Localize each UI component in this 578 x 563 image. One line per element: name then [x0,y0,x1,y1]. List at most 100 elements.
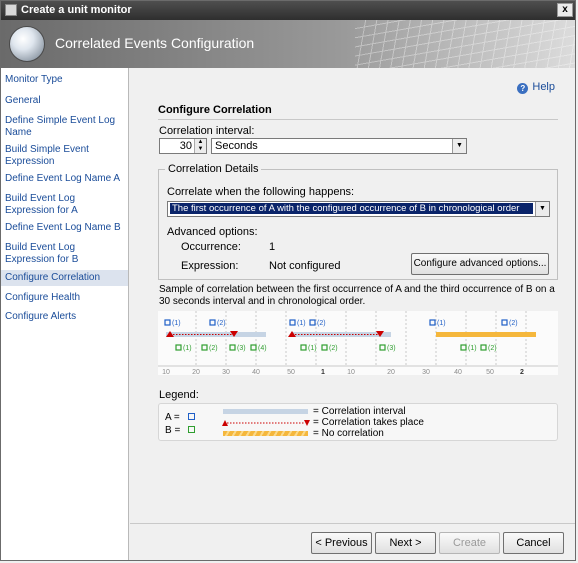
next-button[interactable]: Next > [375,532,436,554]
nav-define-event-log-name-b[interactable]: Define Event Log Name B [1,222,125,234]
legend-box: A = B = = Correlation interval = Correla… [158,403,558,441]
globe-icon [9,26,45,62]
correlate-label: Correlate when the following happens: [167,186,355,198]
nav-configure-correlation[interactable]: Configure Correlation [1,270,128,286]
wizard-header: Correlated Events Configuration [1,20,575,68]
time-tick: 2 [520,369,524,375]
time-tick: 10 [347,369,355,375]
page-title: Correlated Events Configuration [55,35,255,51]
event-b-label: (1) [183,345,192,352]
wizard-nav: Monitor Type General Define Simple Event… [1,68,129,560]
event-a-label: (1) [172,320,181,327]
close-button[interactable]: x [557,3,573,17]
time-tick: 10 [162,369,170,375]
event-a-label: (1) [437,320,446,327]
advanced-options-label: Advanced options: [167,226,258,238]
interval-unit-value: Seconds [215,140,258,152]
event-b-label: (4) [258,345,267,352]
event-a-marker [309,319,316,326]
event-b-marker [250,344,257,351]
window-title: Create a unit monitor [21,4,132,16]
legend-no-correlation-label: = No correlation [313,428,384,439]
expression-label: Expression: [181,260,239,272]
legend-a-label: A = [165,412,180,423]
legend-interval-swatch [223,409,308,414]
event-b-marker [460,344,467,351]
event-a-label: (2) [509,320,518,327]
time-tick: 20 [192,369,200,375]
event-a-label: (2) [317,320,326,327]
legend-arrow-icon [222,420,310,426]
event-a-marker [501,319,508,326]
correlate-select[interactable]: The first occurrence of A with the confi… [167,201,550,217]
event-b-marker [321,344,328,351]
event-b-marker [229,344,236,351]
previous-button[interactable]: < Previous [311,532,372,554]
interval-unit-select[interactable]: Seconds ▼ [211,138,467,154]
event-b-marker [201,344,208,351]
nav-build-event-log-expression-b[interactable]: Build Event Log Expression for B [1,242,121,266]
event-a-label: (2) [217,320,226,327]
help-link[interactable]: ? Help [517,81,555,94]
nav-build-simple-event-expression[interactable]: Build Simple Event Expression [1,144,121,168]
occurrence-label: Occurrence: [181,241,241,253]
time-tick: 50 [486,369,494,375]
help-icon: ? [517,83,529,94]
event-b-label: (3) [237,345,246,352]
spinner-arrows-icon[interactable]: ▲ ▼ [194,139,206,153]
legend-b-icon [188,426,195,433]
nav-build-event-log-expression-a[interactable]: Build Event Log Expression for A [1,193,121,217]
time-tick: 40 [454,369,462,375]
event-b-label: (1) [468,345,477,352]
time-tick: 1 [321,369,325,375]
legend-b-label: B = [165,425,181,436]
event-b-marker [300,344,307,351]
time-tick: 40 [252,369,260,375]
time-tick: 30 [222,369,230,375]
no-correlation-bar [436,332,536,337]
event-b-label: (3) [387,345,396,352]
event-b-label: (2) [488,345,497,352]
time-tick: 30 [422,369,430,375]
configure-advanced-button[interactable]: Configure advanced options... [411,253,549,275]
sample-description: Sample of correlation between the first … [159,284,555,307]
correlation-details-group: Correlation Details Correlate when the f… [158,163,558,280]
group-title: Correlation Details [165,163,262,175]
section-title: Configure Correlation [158,104,558,120]
event-a-marker [429,319,436,326]
title-bar[interactable]: Create a unit monitor x [1,1,575,20]
header-decoration [355,20,575,68]
time-tick: 50 [287,369,295,375]
event-a-marker [289,319,296,326]
correlate-value: The first occurrence of A with the confi… [170,203,533,214]
legend-title: Legend: [159,389,199,401]
correlation-diagram: (1) (2) (1) (2) (1) (2) (1) (2) (3) (4) … [158,311,558,375]
event-b-label: (2) [209,345,218,352]
event-b-marker [175,344,182,351]
expression-value: Not configured [269,260,341,272]
legend-takes-place-label: = Correlation takes place [313,417,424,428]
button-bar: < Previous Next > Create Cancel [130,523,575,560]
legend-no-correlation-swatch [223,431,308,436]
interval-spinner[interactable]: 30 ▲ ▼ [159,138,207,154]
event-a-marker [209,319,216,326]
nav-configure-alerts[interactable]: Configure Alerts [1,311,80,323]
nav-define-simple-event-log-name[interactable]: Define Simple Event Log Name [1,115,121,139]
event-b-marker [480,344,487,351]
chevron-down-icon: ▼ [535,202,549,216]
interval-value: 30 [179,140,192,152]
interval-label: Correlation interval: [159,125,255,137]
nav-monitor-type[interactable]: Monitor Type [1,74,67,86]
nav-define-event-log-name-a[interactable]: Define Event Log Name A [1,173,124,185]
event-b-label: (2) [329,345,338,352]
create-button[interactable]: Create [439,532,500,554]
event-a-marker [164,319,171,326]
cancel-button[interactable]: Cancel [503,532,564,554]
event-a-label: (1) [297,320,306,327]
main-panel: ? Help Configure Correlation Correlation … [130,68,575,523]
nav-general[interactable]: General [1,95,45,107]
legend-interval-label: = Correlation interval [313,406,406,417]
nav-configure-health[interactable]: Configure Health [1,292,84,304]
diagram-svg: (1) (2) (1) (2) (1) (2) (1) (2) (3) (4) … [158,311,558,375]
legend-a-icon [188,413,195,420]
